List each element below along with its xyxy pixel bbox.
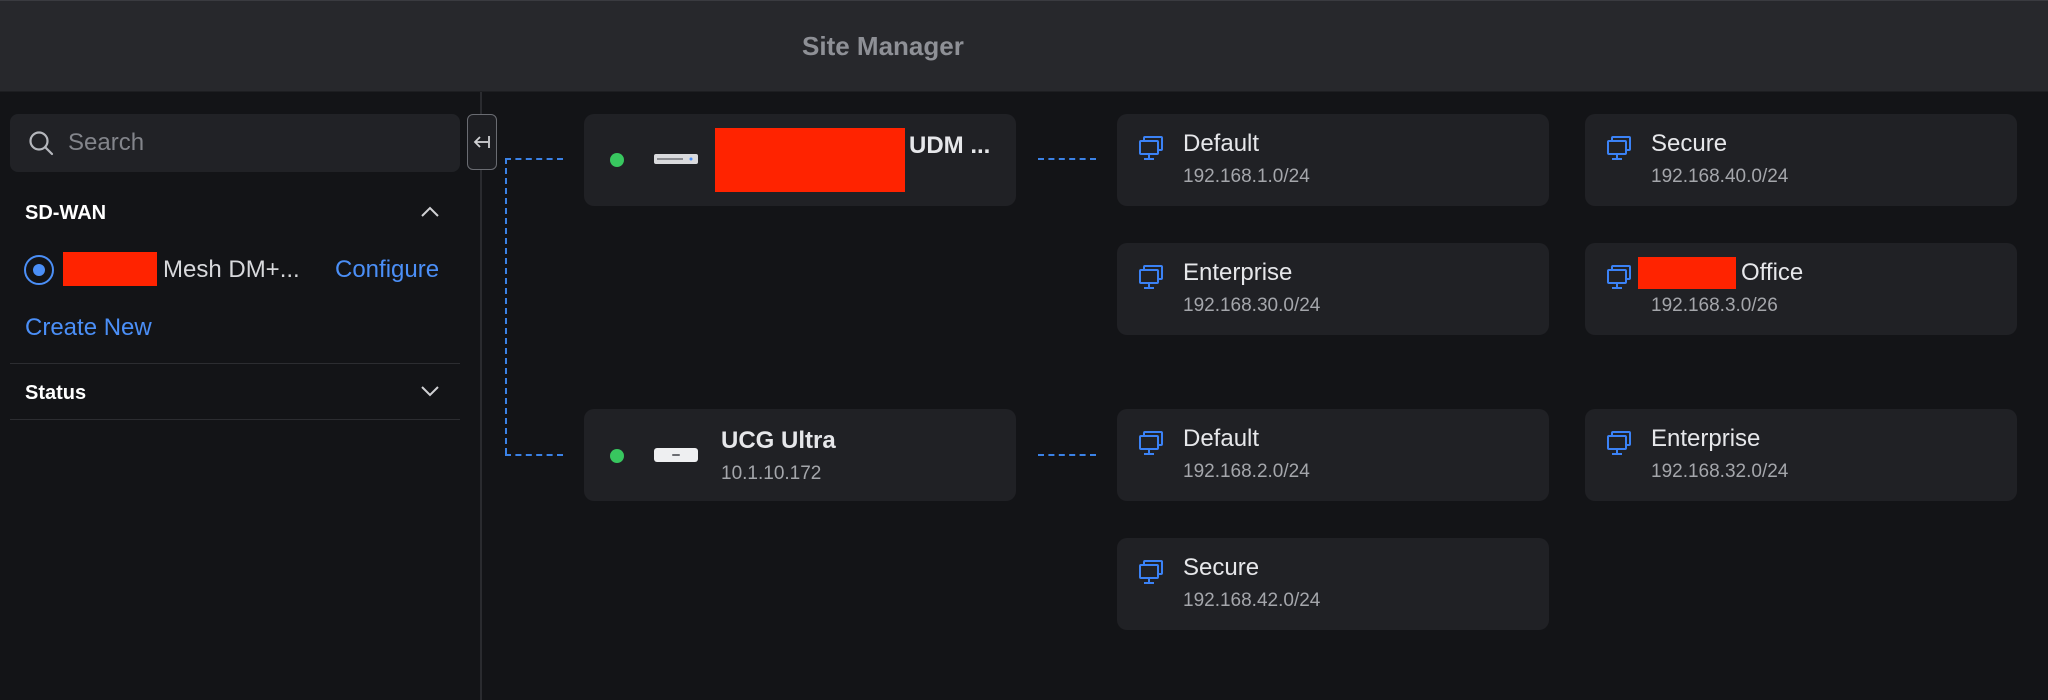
gateway-card-udm[interactable]: UDM ... (584, 114, 1016, 206)
topology-connector (1038, 454, 1096, 456)
network-subnet: 192.168.1.0/24 (1183, 166, 1310, 187)
router-icon (654, 154, 698, 164)
network-subnet: 192.168.2.0/24 (1183, 461, 1310, 482)
network-card[interactable]: Secure 192.168.40.0/24 (1585, 114, 2017, 206)
monitor-icon (1139, 431, 1163, 455)
network-subnet: 192.168.3.0/26 (1651, 295, 1778, 316)
monitor-icon (1139, 560, 1163, 584)
network-subnet: 192.168.40.0/24 (1651, 166, 1789, 187)
network-name: Secure (1183, 554, 1260, 581)
configure-link[interactable]: Configure (335, 256, 439, 284)
status-section-header[interactable]: Status (25, 382, 86, 405)
divider (10, 363, 460, 364)
network-card[interactable]: Office 192.168.3.0/26 (1585, 243, 2017, 335)
create-new-link[interactable]: Create New (25, 314, 152, 342)
collapse-sidebar-button[interactable] (467, 114, 497, 170)
network-card[interactable]: Secure 192.168.42.0/24 (1117, 538, 1549, 630)
network-name: Enterprise (1183, 259, 1293, 286)
network-subnet: 192.168.32.0/24 (1651, 461, 1789, 482)
top-bar: Site Manager (0, 0, 2048, 92)
router-icon (654, 448, 698, 462)
network-card[interactable]: Enterprise 192.168.30.0/24 (1117, 243, 1549, 335)
network-subnet: 192.168.30.0/24 (1183, 295, 1321, 316)
sdwan-section-header[interactable]: SD-WAN (25, 202, 106, 225)
monitor-icon (1607, 431, 1631, 455)
redacted-block (63, 252, 157, 286)
network-card[interactable]: Default 192.168.2.0/24 (1117, 409, 1549, 501)
topology-connector (505, 158, 507, 454)
network-subnet: 192.168.42.0/24 (1183, 590, 1321, 611)
page-title: Site Manager (802, 31, 964, 61)
network-name: Default (1183, 425, 1260, 452)
network-name: Secure (1651, 130, 1728, 157)
network-name: Office (1741, 259, 1804, 286)
gateway-name: UDM ... (909, 132, 991, 159)
redacted-block (1638, 257, 1736, 289)
network-name: Enterprise (1651, 425, 1761, 452)
monitor-icon (1139, 136, 1163, 160)
sidebar: SD-WAN Mesh DM+... Configure Create New … (0, 92, 482, 700)
gateway-name: UCG Ultra (721, 427, 836, 454)
sdwan-mesh-name: Mesh DM+... (163, 256, 300, 283)
search-input[interactable] (68, 114, 448, 172)
search-box[interactable] (10, 114, 460, 172)
chevron-down-icon[interactable] (418, 379, 442, 403)
online-status-dot (610, 449, 624, 463)
topology-connector (1038, 158, 1096, 160)
divider (10, 419, 460, 420)
collapse-panel-icon (473, 136, 490, 148)
network-card[interactable]: Default 192.168.1.0/24 (1117, 114, 1549, 206)
online-status-dot (610, 153, 624, 167)
gateway-ip: 10.1.10.172 (721, 463, 822, 484)
topology-connector (505, 158, 563, 160)
network-name: Default (1183, 130, 1260, 157)
gateway-card-ucg-ultra[interactable]: UCG Ultra 10.1.10.172 (584, 409, 1016, 501)
topology-connector (505, 454, 563, 456)
monitor-icon (1139, 265, 1163, 289)
monitor-icon (1607, 136, 1631, 160)
chevron-up-icon[interactable] (418, 200, 442, 224)
mesh-radio-button[interactable] (24, 255, 54, 285)
redacted-block (715, 128, 905, 192)
monitor-icon (1607, 265, 1631, 289)
network-card[interactable]: Enterprise 192.168.32.0/24 (1585, 409, 2017, 501)
search-icon (29, 131, 54, 156)
